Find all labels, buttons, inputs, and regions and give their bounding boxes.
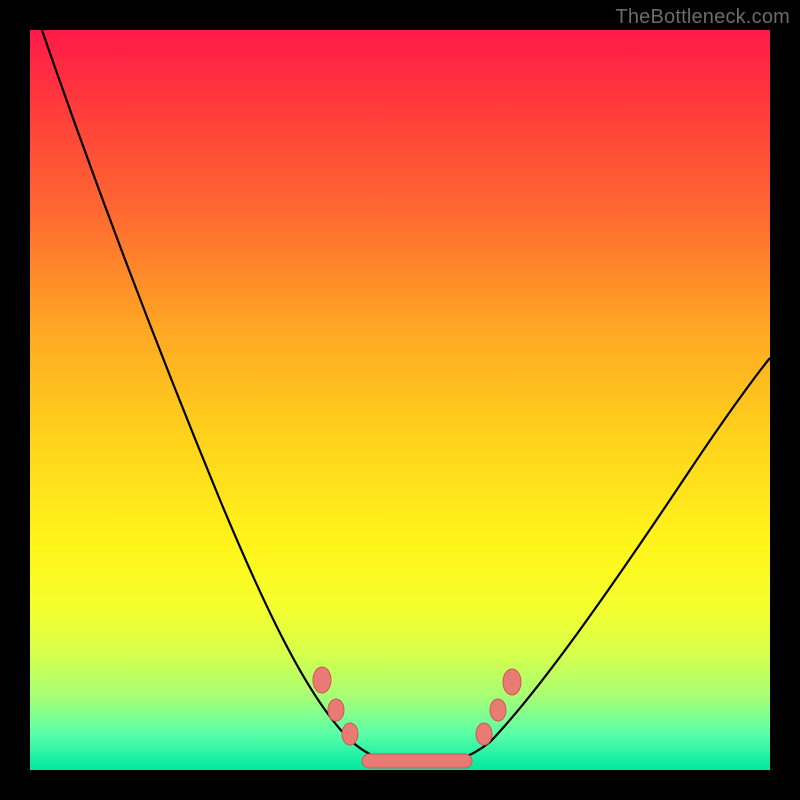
marker-bead bbox=[503, 669, 521, 695]
outer-frame: TheBottleneck.com bbox=[0, 0, 800, 800]
marker-bead bbox=[328, 699, 344, 721]
marker-band bbox=[362, 754, 472, 768]
marker-bead bbox=[476, 723, 492, 745]
watermark-text: TheBottleneck.com bbox=[615, 6, 790, 29]
curve-svg bbox=[30, 30, 770, 770]
marker-bead bbox=[342, 723, 358, 745]
marker-bead bbox=[313, 667, 331, 693]
plot-area bbox=[30, 30, 770, 770]
marker-bead bbox=[490, 699, 506, 721]
bottleneck-curve bbox=[35, 10, 770, 765]
